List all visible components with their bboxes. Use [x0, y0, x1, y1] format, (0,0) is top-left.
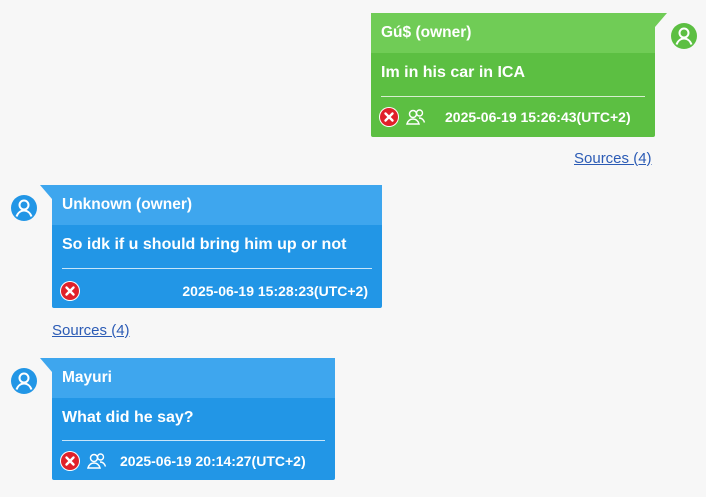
sources-link[interactable]: Sources (4)	[574, 150, 652, 167]
contacts-icon	[86, 451, 108, 471]
message-text: Im in his car in ICA	[381, 64, 526, 81]
bubble-tail	[655, 13, 667, 27]
message-timestamp: 2025-06-19 15:26:43(UTC+2)	[445, 109, 631, 125]
message-sender: Gú$ (owner)	[371, 13, 655, 53]
message-timestamp: 2025-06-19 15:28:23(UTC+2)	[182, 283, 368, 299]
contacts-icon	[405, 107, 427, 127]
message-divider	[62, 440, 325, 441]
message-sender: Mayuri	[52, 358, 335, 398]
message-footer: 2025-06-19 15:28:23(UTC+2)	[60, 281, 368, 301]
sources-link[interactable]: Sources (4)	[52, 322, 130, 339]
message-text: What did he say?	[62, 409, 194, 426]
message-bubble[interactable]: Mayuri What did he say? 2025-06-19 20:14…	[40, 358, 335, 480]
message-sender: Unknown (owner)	[52, 185, 382, 225]
message-timestamp: 2025-06-19 20:14:27(UTC+2)	[120, 453, 306, 469]
sender-avatar-icon	[11, 195, 37, 221]
bubble-tail	[40, 358, 52, 372]
message-footer: 2025-06-19 20:14:27(UTC+2)	[60, 451, 306, 471]
message-footer: 2025-06-19 15:26:43(UTC+2)	[379, 107, 631, 127]
deleted-icon	[60, 451, 80, 471]
message-bubble[interactable]: Unknown (owner) So idk if u should bring…	[40, 185, 382, 308]
deleted-icon	[379, 107, 399, 127]
message-divider	[62, 268, 372, 269]
message-bubble[interactable]: Gú$ (owner) Im in his car in ICA 2025-06…	[371, 13, 667, 137]
deleted-icon	[60, 281, 80, 301]
sender-avatar-icon	[11, 368, 37, 394]
message-divider	[381, 96, 645, 97]
message-text: So idk if u should bring him up or not	[62, 236, 347, 253]
sender-avatar-icon	[671, 23, 697, 49]
bubble-tail	[40, 185, 52, 199]
